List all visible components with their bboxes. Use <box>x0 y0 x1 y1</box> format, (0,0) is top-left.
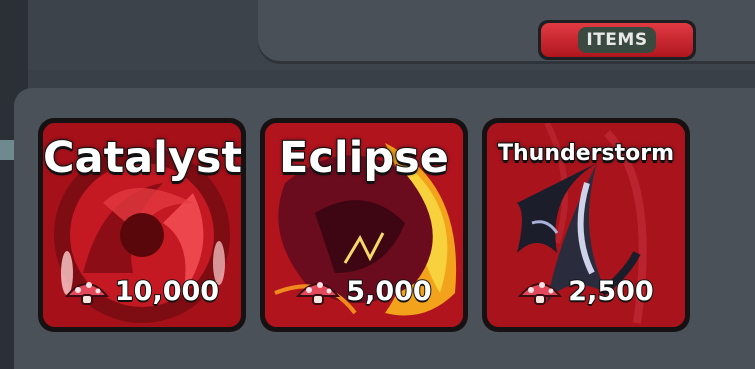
card-title: Eclipse <box>278 132 450 184</box>
items-button-label: ITEMS <box>578 27 656 53</box>
card-face: Thunderstorm 2,500 <box>487 123 685 327</box>
card-title: Thunderstorm <box>497 140 675 167</box>
mushroom-icon <box>64 282 109 305</box>
card-price-row: 10,000 <box>43 275 241 308</box>
mushroom-icon <box>518 282 563 305</box>
card-price-row: 2,500 <box>487 275 685 308</box>
card-price: 10,000 <box>114 275 220 308</box>
card-price-row: 5,000 <box>265 275 463 308</box>
shop-card-eclipse[interactable]: Eclipse 5,000 <box>260 118 468 332</box>
items-button-face[interactable]: ITEMS <box>541 23 693 57</box>
card-price: 5,000 <box>345 275 432 308</box>
shop-card-catalyst[interactable]: Catalyst 10,000 <box>38 118 246 332</box>
items-button[interactable]: ITEMS <box>538 20 696 60</box>
card-title: Catalyst <box>43 132 241 184</box>
mushroom-icon <box>296 282 341 305</box>
card-price: 2,500 <box>567 275 654 308</box>
card-face: Catalyst 10,000 <box>43 123 241 327</box>
shop-card-thunderstorm[interactable]: Thunderstorm 2,500 <box>482 118 690 332</box>
card-face: Eclipse 5,000 <box>265 123 463 327</box>
